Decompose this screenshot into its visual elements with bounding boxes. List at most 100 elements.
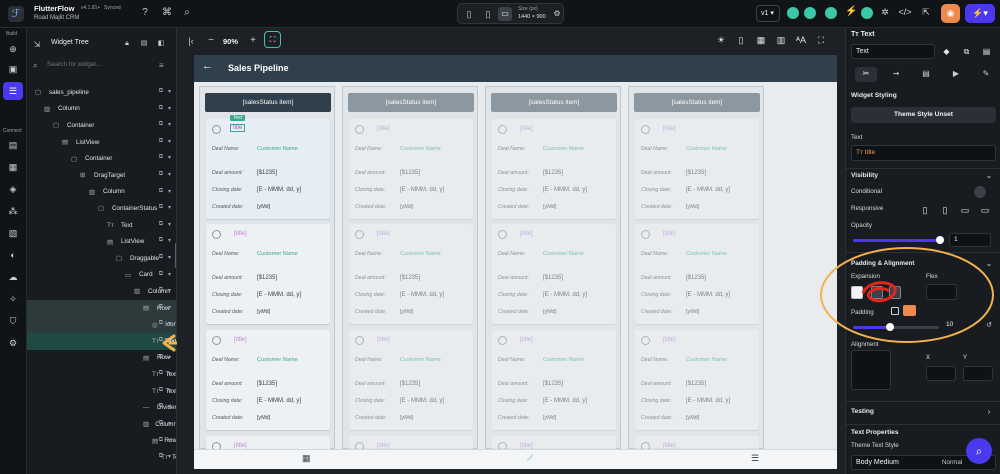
zoom-out-icon[interactable]: −: [205, 34, 217, 48]
conditional-toggle[interactable]: [974, 186, 986, 198]
wrap-icon[interactable]: ⧉: [159, 287, 163, 294]
tree-row[interactable]: ▤ Row ⧉ ▾: [27, 350, 176, 367]
dashboard-icon[interactable]: ▦: [302, 453, 311, 464]
back-arrow-icon[interactable]: ←: [202, 60, 213, 72]
wrap-icon[interactable]: ⧉: [159, 304, 163, 311]
x-input[interactable]: [926, 366, 956, 381]
theme-style-button[interactable]: Theme Style Unset: [851, 107, 996, 123]
tree-row[interactable]: ▢ Container ⧉ ▾: [27, 150, 176, 167]
filter-icon[interactable]: ≡: [159, 61, 164, 70]
tree-row[interactable]: ▥ Column ⧉ ▾: [27, 283, 176, 300]
add-widget-icon[interactable]: ⊕: [6, 42, 20, 56]
layout-icon[interactable]: ▥: [775, 33, 787, 47]
calculator-icon[interactable]: ▦: [755, 33, 767, 47]
responsive-desktop-icon[interactable]: ▭: [979, 203, 991, 217]
tree-row[interactable]: ▥ Column ⧉ ▾: [27, 184, 176, 201]
more-menu-icon[interactable]: ▾: [168, 171, 171, 178]
deal-card[interactable]: [title]Deal Name:Customer NameDeal amoun…: [349, 224, 473, 324]
widget-name-input[interactable]: Text: [851, 44, 935, 59]
shield-icon[interactable]: ⛉: [6, 314, 20, 328]
database-icon[interactable]: ▤: [6, 138, 20, 152]
tree-search-input[interactable]: [47, 61, 147, 68]
desktop-icon[interactable]: ▭: [498, 7, 512, 21]
gem-icon[interactable]: ◆: [940, 45, 953, 59]
more-menu-icon[interactable]: ▾: [168, 88, 171, 95]
more-menu-icon[interactable]: ▾: [168, 237, 171, 244]
tree-row[interactable]: ▤ ListView ⧉ ▾: [27, 134, 176, 151]
deal-card[interactable]: [title]Deal Name:Customer NameDeal amoun…: [492, 119, 616, 219]
more-menu-icon[interactable]: ▾: [168, 304, 171, 311]
hide-panel-icon[interactable]: ◧: [156, 37, 166, 51]
status-icon[interactable]: [825, 7, 837, 19]
wrap-icon[interactable]: ⧉: [159, 437, 163, 444]
more-menu-icon[interactable]: ▾: [168, 420, 171, 427]
text-size-icon[interactable]: ᴬA: [795, 33, 807, 47]
settings-icon[interactable]: ⚙: [552, 7, 562, 21]
more-menu-icon[interactable]: ▾: [168, 221, 171, 228]
wrap-icon[interactable]: ⧉: [159, 320, 163, 327]
status-column[interactable]: [salesStatus item] [title] Deal Name: Custo…: [485, 86, 621, 456]
wrap-icon[interactable]: ⧉: [159, 221, 163, 228]
open-external-icon[interactable]: ⇱: [919, 5, 933, 19]
tree-row[interactable]: ▤ Row ⧉ ▾: [27, 433, 176, 450]
text-value-field[interactable]: Tт title: [851, 145, 996, 161]
collapse-all-icon[interactable]: ⇲: [32, 38, 42, 52]
tree-row[interactable]: ▢ sales_pipeline ⧉ ▾: [27, 84, 176, 101]
tree-row[interactable]: ▢ ContainerStatus ⧉ ▾: [27, 200, 176, 217]
tab-actions-icon[interactable]: ⇝: [885, 67, 907, 81]
wrap-icon[interactable]: ⧉: [159, 370, 163, 377]
sync-status-icon[interactable]: [804, 7, 816, 19]
more-menu-icon[interactable]: ▾: [168, 354, 171, 361]
tree-row[interactable]: ▤ Row ⧉ ▾: [27, 299, 176, 317]
checklist-icon[interactable]: ☰: [751, 453, 759, 464]
opacity-slider-thumb[interactable]: [936, 236, 944, 244]
more-menu-icon[interactable]: ▾: [168, 204, 171, 211]
wrap-icon[interactable]: ⧉: [159, 403, 163, 410]
preview-icon[interactable]: ◉: [941, 4, 960, 23]
more-menu-icon[interactable]: ▾: [168, 138, 171, 145]
project-name[interactable]: Road Majlit CRM: [34, 15, 79, 21]
status-column[interactable]: [salesStatus item] [title] Deal Name: Custo…: [199, 86, 335, 456]
flash-icon[interactable]: ⚡: [845, 5, 857, 19]
collapse-panel-icon[interactable]: |‹: [185, 34, 197, 48]
phone-icon[interactable]: ▯: [482, 7, 494, 21]
run-button[interactable]: ⚡▾: [965, 4, 995, 23]
selected-text-outline[interactable]: title: [230, 124, 246, 132]
tree-row[interactable]: ⊞ DragTarget ⧉ ▾: [27, 167, 176, 184]
tab-tools-icon[interactable]: ✎: [975, 67, 997, 81]
more-menu-icon[interactable]: ▾: [168, 188, 171, 195]
tree-row[interactable]: ▭ Card ⧉ ▾: [27, 267, 176, 284]
wrap-icon[interactable]: ⧉: [159, 420, 163, 427]
deal-card[interactable]: [title]Deal Name:Customer NameDeal amoun…: [206, 115, 330, 219]
deal-card[interactable]: [title]Deal Name:Customer NameDeal amoun…: [349, 330, 473, 430]
deal-card[interactable]: [title]Deal Name:Customer NameDeal amoun…: [206, 330, 330, 430]
tree-row[interactable]: TтText⧉▾: [27, 449, 176, 466]
wrap-icon[interactable]: ⧉: [159, 254, 163, 261]
wrap-icon[interactable]: ⧉: [159, 121, 163, 128]
tree-row[interactable]: — Divider ⧉ ▾: [27, 399, 176, 416]
more-menu-icon[interactable]: ▾: [168, 105, 171, 112]
wrap-icon[interactable]: ⧉: [159, 387, 163, 394]
cloud-icon[interactable]: ☁: [6, 270, 20, 284]
y-input[interactable]: [963, 366, 993, 381]
tree-row[interactable]: ▢ Draggable ⧉ ▾: [27, 250, 176, 267]
more-menu-icon[interactable]: ▾: [168, 370, 171, 377]
status-column[interactable]: [salesStatus item] [title] Deal Name: Custo…: [628, 86, 764, 456]
media-icon[interactable]: ▧: [6, 226, 20, 240]
tree-row[interactable]: ▥ Column ⧉ ▾: [27, 416, 176, 433]
wrap-icon[interactable]: ⧉: [159, 271, 163, 278]
deal-card[interactable]: [title]Deal Name:Customer NameDeal amoun…: [492, 330, 616, 430]
tree-row[interactable]: ▢ Container ⧉ ▾: [27, 117, 176, 134]
opacity-slider[interactable]: [853, 239, 941, 242]
tree-view-icon[interactable]: ▤: [139, 37, 149, 51]
deal-card[interactable]: [title]Deal Name:Customer NameDeal amoun…: [635, 224, 759, 324]
tree-row[interactable]: ◎ Icon ⧉ ▾: [27, 316, 176, 333]
test-icon[interactable]: [861, 7, 873, 19]
responsive-phone-icon[interactable]: ▯: [919, 203, 931, 217]
deal-card[interactable]: [title]Deal Name:Customer NameDeal amoun…: [349, 119, 473, 219]
nodes-icon[interactable]: ⁂: [6, 204, 20, 218]
wrap-icon[interactable]: ⧉: [159, 188, 163, 195]
deal-card[interactable]: [title]Deal Name:Customer NameDeal amoun…: [206, 224, 330, 324]
size-value[interactable]: 1440 × 900: [518, 14, 546, 20]
tab-animation-icon[interactable]: ▶: [945, 67, 967, 81]
